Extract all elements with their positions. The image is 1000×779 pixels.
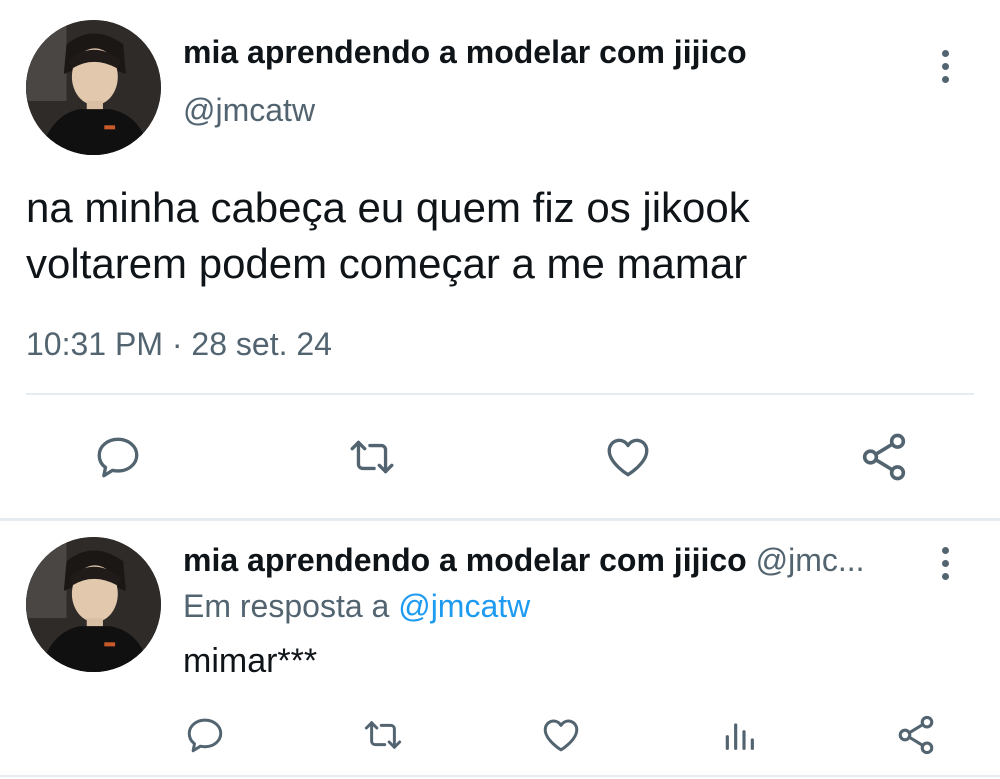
share-button[interactable] — [853, 430, 915, 484]
reply-icon — [97, 437, 139, 478]
reply-prefix: Em resposta a — [183, 588, 390, 624]
separator: · — [171, 326, 183, 362]
tweet-time: 10:31 PM — [26, 326, 163, 362]
handle[interactable]: @jmcatw — [183, 92, 315, 129]
heart-icon — [543, 719, 579, 752]
reply-icon — [187, 718, 223, 753]
more-vertical-icon[interactable] — [935, 50, 955, 83]
more-vertical-icon[interactable] — [935, 547, 955, 580]
heart-icon — [607, 438, 649, 477]
like-button[interactable] — [598, 430, 658, 484]
tweet-text: mimar*** — [183, 642, 318, 680]
reply-header: mia aprendendo a modelar com jijico @jmc… — [183, 542, 913, 579]
reply-button[interactable] — [88, 430, 148, 484]
share-icon — [898, 715, 934, 755]
analytics-icon — [725, 723, 754, 750]
tweet-date: 28 set. 24 — [191, 326, 332, 362]
views-button[interactable] — [714, 712, 764, 758]
retweet-icon — [350, 440, 394, 474]
display-name[interactable]: mia aprendendo a modelar com jijico — [183, 542, 747, 578]
like-button[interactable] — [536, 712, 586, 758]
bottom-divider — [0, 775, 1000, 777]
section-divider — [0, 518, 1000, 521]
share-button[interactable] — [891, 712, 941, 758]
tweet-timestamp[interactable]: 10:31 PM · 28 set. 24 — [26, 326, 332, 363]
handle[interactable]: @jmc... — [756, 542, 865, 578]
reply-to-link[interactable]: @jmcatw — [398, 588, 530, 624]
avatar[interactable] — [26, 537, 161, 672]
retweet-button[interactable] — [357, 712, 409, 758]
retweet-button[interactable] — [342, 430, 402, 484]
replying-to: Em resposta a @jmcatw — [183, 588, 530, 625]
avatar-image — [26, 20, 161, 155]
tweet-text: na minha cabeça eu quem fiz os jikook vo… — [26, 184, 750, 287]
share-icon — [862, 433, 906, 481]
avatar-image — [26, 537, 161, 672]
divider — [26, 393, 974, 395]
display-name[interactable]: mia aprendendo a modelar com jijico — [183, 34, 747, 71]
reply-button[interactable] — [180, 712, 230, 758]
avatar[interactable] — [26, 20, 161, 155]
retweet-icon — [364, 721, 402, 749]
